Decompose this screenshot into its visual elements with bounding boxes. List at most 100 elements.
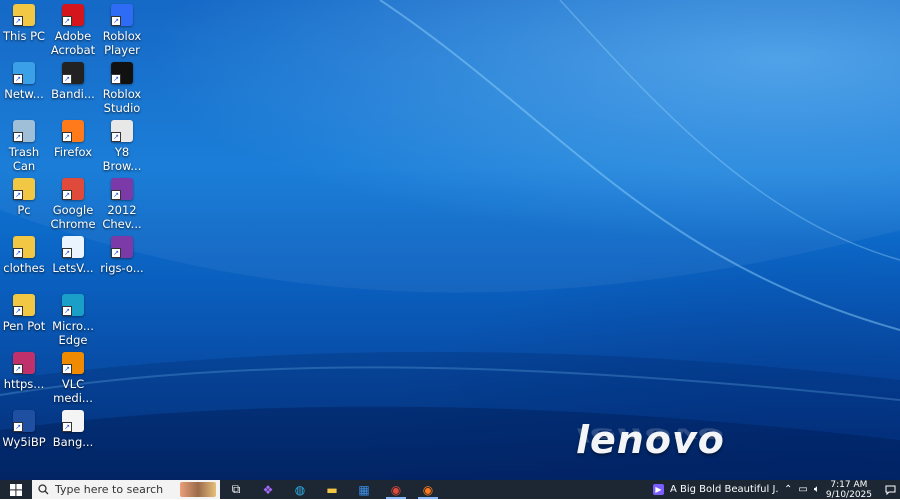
network-icon[interactable]: ▭: [798, 484, 807, 495]
firefox-icon: ↗: [62, 120, 84, 142]
shortcut-arrow-icon: ↗: [13, 422, 23, 432]
shortcut-arrow-icon: ↗: [62, 306, 72, 316]
desktop-icon[interactable]: ↗ Bang...: [48, 410, 98, 449]
clock[interactable]: 7:17 AM 9/10/2025: [826, 480, 872, 500]
vlc-media-player-icon: ↗: [62, 352, 84, 374]
trash-can-icon: ↗: [13, 120, 35, 142]
system-tray: ⌃ ▭ 🔈︎ 7:17 AM 9/10/2025: [784, 480, 880, 500]
taskbar-button[interactable]: ◉: [380, 480, 412, 499]
notification-icon: [885, 485, 895, 495]
web-shortcut-icon: ↗: [13, 352, 35, 374]
shortcut-arrow-icon: ↗: [13, 190, 23, 200]
shortcut-arrow-icon: ↗: [13, 248, 23, 258]
task-view-icon: ⧉: [231, 482, 241, 496]
google-chrome-icon: ↗: [62, 178, 84, 200]
desktop-icon[interactable]: ↗ Pen Pot: [0, 294, 49, 333]
desktop-icon[interactable]: ↗ rigs-o...: [97, 236, 147, 275]
desktop-icon-label: VLC medi...: [53, 377, 93, 405]
taskbar: Type here to search ⧉ ❖ ◍ ▬ ▦ ◉ ◉ ▶ A Big Bold…: [0, 480, 900, 500]
show-hidden-icons-chevron-icon[interactable]: ⌃: [784, 484, 792, 495]
shortcut-arrow-icon: ↗: [13, 16, 23, 26]
desktop-icon[interactable]: ↗ VLC medi...: [48, 352, 98, 405]
notification-center-button[interactable]: [880, 480, 900, 499]
search-highlight-art: [180, 482, 216, 497]
windows-logo-icon: [10, 483, 22, 496]
microsoft-store-icon: ▦: [358, 482, 370, 497]
google-chrome-icon: ◉: [390, 482, 402, 497]
media-play-icon: ▶: [653, 484, 664, 495]
desktop-icon[interactable]: ↗ Y8 Brow...: [97, 120, 147, 173]
shortcut-arrow-icon: ↗: [111, 16, 121, 26]
desktop-icon-label: This PC: [2, 29, 46, 43]
shortcut-arrow-icon: ↗: [13, 132, 23, 142]
desktop-icon[interactable]: ↗ clothes: [0, 236, 49, 275]
microsoft-edge-icon: ↗: [62, 294, 84, 316]
media-widget[interactable]: ▶ A Big Bold Beautiful J...: [653, 484, 784, 495]
desktop-icon[interactable]: ↗ Bandi...: [48, 62, 98, 101]
desktop-icon-label: Bandi...: [51, 87, 95, 101]
taskbar-button[interactable]: ⧉: [220, 480, 252, 499]
clothes-file-icon: ↗: [13, 236, 35, 258]
copilot-icon: ❖: [262, 482, 274, 497]
desktop-icon-label: Pen Pot: [2, 319, 46, 333]
microsoft-edge-icon: ◍: [294, 482, 306, 497]
search-box[interactable]: Type here to search: [32, 480, 220, 499]
desktop-icon[interactable]: ↗ Firefox: [48, 120, 98, 159]
taskbar-button[interactable]: ▬: [316, 480, 348, 499]
desktop-icon[interactable]: ↗ Adobe Acrobat: [48, 4, 98, 57]
taskbar-button[interactable]: ▦: [348, 480, 380, 499]
desktop-icon-label: Google Chrome: [50, 203, 96, 231]
desktop-icon[interactable]: ↗ Micro... Edge: [48, 294, 98, 347]
shortcut-arrow-icon: ↗: [62, 132, 72, 142]
shortcut-arrow-icon: ↗: [111, 132, 121, 142]
desktop-icon-label: Roblox Studio: [102, 87, 142, 115]
desktop-icon-label: https...: [3, 377, 45, 391]
shortcut-arrow-icon: ↗: [62, 74, 72, 84]
desktop-icon-label: Firefox: [53, 145, 93, 159]
desktop-icon[interactable]: ↗ Roblox Player: [97, 4, 147, 57]
clock-date: 9/10/2025: [825, 489, 872, 500]
desktop-icon[interactable]: ↗ Google Chrome: [48, 178, 98, 231]
desktop-icon-label: Bang...: [52, 435, 94, 449]
clock-time: 7:17 AM: [830, 479, 868, 490]
letsview-icon: ↗: [62, 236, 84, 258]
taskbar-button[interactable]: ◉: [412, 480, 444, 499]
desktop-icon[interactable]: ↗ Wy5iBP: [0, 410, 49, 449]
shortcut-arrow-icon: ↗: [111, 190, 121, 200]
roblox-studio-icon: ↗: [111, 62, 133, 84]
desktop-icon-label: LetsV...: [52, 261, 94, 275]
desktop-icon[interactable]: ↗ This PC: [0, 4, 49, 43]
desktop-icon[interactable]: ↗ Pc: [0, 178, 49, 217]
desktop-icon-label: Wy5iBP: [2, 435, 46, 449]
taskbar-button[interactable]: ❖: [252, 480, 284, 499]
desktop-icon[interactable]: ↗ Roblox Studio: [97, 62, 147, 115]
desktop-icon-label: 2012 Chev...: [102, 203, 142, 231]
pinned-apps: ⧉ ❖ ◍ ▬ ▦ ◉ ◉: [220, 480, 444, 499]
shortcut-arrow-icon: ↗: [62, 364, 72, 374]
winrar-archive-icon: ↗: [111, 178, 133, 200]
desktop-icon[interactable]: ↗ LetsV...: [48, 236, 98, 275]
desktop-icon[interactable]: ↗ Trash Can: [0, 120, 49, 173]
desktop-icon-label: Adobe Acrobat: [50, 29, 96, 57]
start-button[interactable]: [0, 480, 32, 499]
desktop-icon-label: Netw...: [4, 87, 44, 101]
desktop-icon[interactable]: ↗ Netw...: [0, 62, 49, 101]
volume-icon[interactable]: 🔈︎: [814, 484, 820, 495]
shortcut-arrow-icon: ↗: [111, 248, 121, 258]
media-title: A Big Bold Beautiful J...: [670, 484, 778, 495]
desktop-icon-label: Roblox Player: [102, 29, 142, 57]
wy5ibp-file-icon: ↗: [13, 410, 35, 432]
bandicam-icon: ↗: [62, 62, 84, 84]
desktop-icon[interactable]: ↗ 2012 Chev...: [97, 178, 147, 231]
desktop-icon-label: Y8 Brow...: [102, 145, 142, 173]
shortcut-arrow-icon: ↗: [62, 422, 72, 432]
taskbar-button[interactable]: ◍: [284, 480, 316, 499]
pc-folder-icon: ↗: [13, 178, 35, 200]
desktop-icon-label: Pc: [17, 203, 31, 217]
desktop-icon-label: rigs-o...: [100, 261, 144, 275]
shortcut-arrow-icon: ↗: [62, 16, 72, 26]
desktop-icon[interactable]: ↗ https...: [0, 352, 49, 391]
file-explorer-icon: ▬: [326, 482, 338, 497]
shortcut-arrow-icon: ↗: [13, 306, 23, 316]
firefox-icon: ◉: [422, 482, 434, 497]
